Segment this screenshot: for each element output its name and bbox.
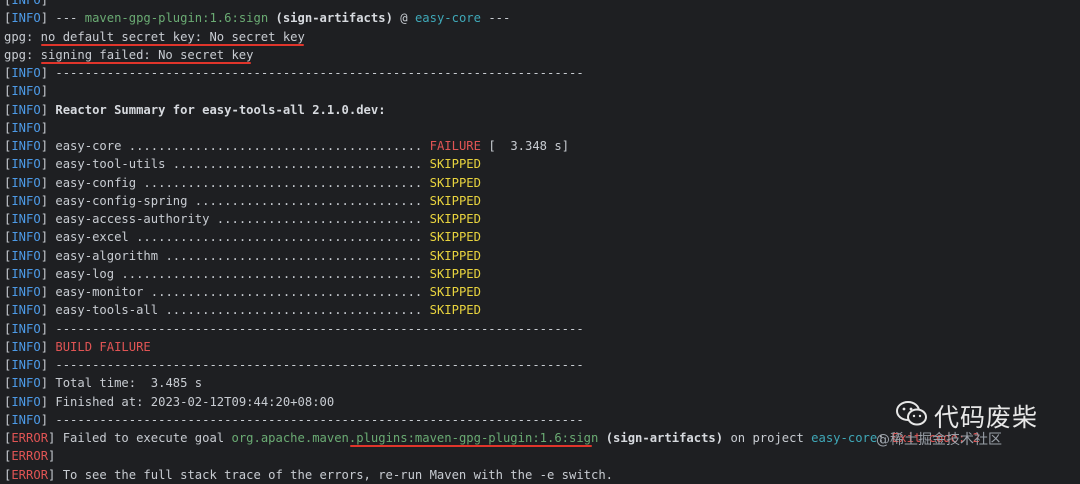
console-line: [INFO] easy-log ........................… [4, 265, 980, 283]
console-text: ----------------------------------------… [48, 66, 584, 80]
console-output: [INFO] [INFO] --- maven-gpg-plugin:1.6:si… [4, 0, 980, 484]
log-level-tag: [INFO] [4, 266, 49, 281]
console-text: Finished at: 2023-02-12T09:44:20+08:00 [48, 394, 335, 409]
log-level-tag: [INFO] [4, 120, 49, 135]
console-line: [INFO] easy-config-spring ..............… [4, 192, 980, 210]
console-text: SKIPPED [429, 266, 481, 281]
console-text: (sign-artifacts) [268, 11, 393, 26]
console-line: [INFO] easy-monitor ....................… [4, 283, 980, 301]
console-text: FAILURE [429, 139, 481, 153]
console-text: easy-tools-all .........................… [48, 303, 430, 318]
console-text: easy-core ..............................… [48, 139, 430, 153]
annotation-underline [350, 445, 592, 448]
console-text: SKIPPED [429, 248, 481, 263]
console-line: [INFO] [4, 0, 980, 9]
log-level-tag: [INFO] [4, 84, 49, 99]
log-level-tag: [INFO] [4, 285, 49, 299]
console-text: [ 3.348 s] [480, 139, 570, 153]
watermark-source: @稀土掘金技术社区 [876, 432, 1002, 448]
console-line: [INFO] Reactor Summary for easy-tools-al… [4, 101, 980, 119]
console-line: [ERROR] To see the full stack trace of t… [4, 466, 980, 484]
console-text: SKIPPED [429, 285, 481, 299]
log-level-tag: [ERROR] [4, 431, 56, 445]
console-text: @ [392, 11, 415, 26]
annotation-underline [41, 62, 251, 64]
console-line: [INFO] --- maven-gpg-plugin:1.6:sign (si… [4, 9, 980, 27]
console-text: Reactor Summary for easy-tools-all 2.1.0… [48, 102, 386, 117]
log-level-tag: [INFO] [4, 394, 49, 409]
console-text: easy-algorithm .........................… [48, 248, 430, 263]
console-text: easy-core [414, 11, 481, 26]
console-text: easy-access-authority ..................… [48, 212, 430, 226]
log-level-tag: [INFO] [4, 303, 49, 318]
console-text: org.apache.maven.plugins:maven-gpg-plugi… [231, 431, 599, 445]
console-text: gpg: no default secret key: No secret ke… [4, 29, 305, 44]
console-text: easy-core [811, 431, 878, 445]
console-line: [INFO] easy-access-authority ...........… [4, 210, 980, 228]
console-text: SKIPPED [429, 303, 481, 318]
console-text: SKIPPED [429, 157, 481, 172]
console-text: To see the full stack trace of the error… [55, 467, 614, 482]
console-line: [INFO] easy-tools-all ..................… [4, 301, 980, 319]
log-level-tag: [INFO] [4, 230, 49, 245]
console-text: SKIPPED [429, 212, 481, 226]
log-level-tag: [INFO] [4, 358, 49, 372]
console-line: [INFO] easy-tool-utils .................… [4, 155, 980, 173]
console-text: SKIPPED [429, 230, 481, 245]
log-level-tag: [INFO] [4, 412, 49, 427]
console-line: [INFO] [4, 82, 980, 100]
log-level-tag: [INFO] [4, 248, 49, 263]
console-line: [INFO] easy-core .......................… [4, 137, 980, 155]
console-text: SKIPPED [429, 175, 481, 190]
console-text: easy-excel .............................… [48, 230, 430, 245]
log-level-tag: [INFO] [4, 339, 49, 354]
console-line: [INFO] ---------------------------------… [4, 411, 980, 429]
console-line: [INFO] easy-excel ......................… [4, 228, 980, 246]
console-line: [INFO] [4, 119, 980, 137]
log-level-tag: [INFO] [4, 157, 49, 172]
log-level-tag: [INFO] [4, 321, 49, 336]
console-text: SKIPPED [429, 193, 481, 208]
annotation-underline [41, 43, 304, 46]
console-text: Failed to execute goal [55, 431, 232, 445]
log-level-tag: [INFO] [4, 193, 49, 208]
console-text: --- [48, 11, 85, 26]
log-level-tag: [ERROR] [4, 449, 56, 464]
log-level-tag: [INFO] [4, 175, 49, 190]
console-text: --- [480, 11, 511, 26]
console-line: [INFO] easy-algorithm ..................… [4, 247, 980, 265]
console-line: [INFO] ---------------------------------… [4, 64, 980, 82]
console-text: easy-tool-utils ........................… [48, 157, 430, 172]
log-level-tag: [INFO] [4, 139, 49, 153]
console-line: [INFO] Total time: 3.485 s [4, 374, 980, 392]
console-text: easy-log ...............................… [48, 266, 430, 281]
console-line: [ERROR] [4, 447, 980, 465]
log-level-tag: [ERROR] [4, 467, 56, 482]
console-text: Total time: 3.485 s [48, 376, 203, 391]
console-text: (sign-artifacts) [598, 431, 724, 445]
console-text: ----------------------------------------… [48, 358, 584, 372]
log-level-tag: [INFO] [4, 376, 49, 391]
watermark: 代码废柴 @稀土掘金技术社区 [876, 398, 1066, 450]
console-line: [INFO] Finished at: 2023-02-12T09:44:20+… [4, 393, 980, 411]
log-level-tag: [INFO] [4, 11, 49, 26]
console-line: [INFO] BUILD FAILURE [4, 338, 980, 356]
console-text: on project [723, 431, 812, 445]
console-line: [INFO] easy-config .....................… [4, 174, 980, 192]
log-level-tag: [INFO] [4, 102, 49, 117]
console-text: easy-config ............................… [48, 175, 430, 190]
console-text: BUILD FAILURE [48, 339, 151, 354]
console-text: easy-monitor ...........................… [48, 285, 430, 299]
wechat-icon [896, 401, 927, 426]
console-text: ----------------------------------------… [48, 321, 584, 336]
log-level-tag: [INFO] [4, 212, 49, 226]
console-text: maven-gpg-plugin:1.6:sign [84, 11, 269, 26]
console-text: gpg: signing failed: No secret key [4, 47, 254, 62]
log-level-tag: [INFO] [4, 0, 49, 7]
console-line: [INFO] ---------------------------------… [4, 320, 980, 338]
console-text: ----------------------------------------… [48, 412, 584, 427]
log-level-tag: [INFO] [4, 66, 49, 80]
console-line: [INFO] ---------------------------------… [4, 356, 980, 374]
console-text: easy-config-spring .....................… [48, 193, 430, 208]
